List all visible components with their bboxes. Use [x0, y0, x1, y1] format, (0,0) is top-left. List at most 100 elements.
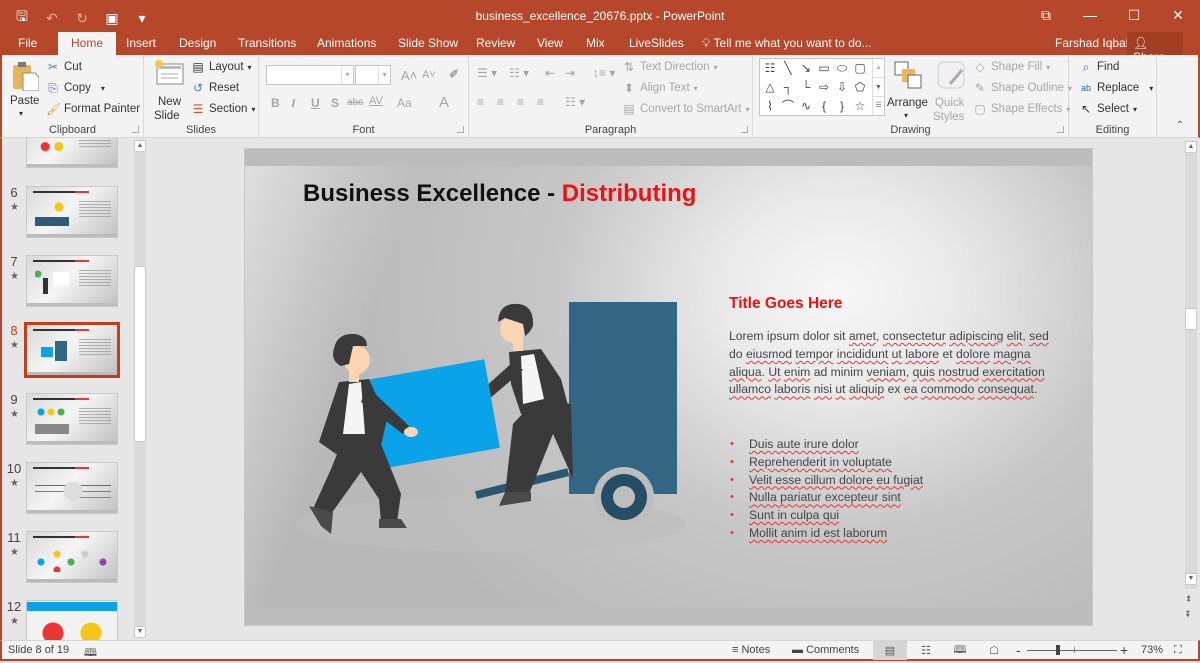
- slide-thumbnail-6[interactable]: [26, 186, 118, 238]
- close-button[interactable]: ✕: [1156, 0, 1200, 30]
- thumbnails-scroll-thumb[interactable]: [134, 266, 146, 442]
- tab-view[interactable]: View: [537, 36, 563, 50]
- body-paragraph[interactable]: Lorem ipsum dolor sit amet, consectetur …: [729, 328, 1049, 399]
- bullet-list[interactable]: • Duis aute irure dolor • Reprehenderit in…: [729, 436, 1049, 543]
- scroll-down-icon[interactable]: ▼: [134, 626, 146, 638]
- clear-formatting-icon[interactable]: ✐: [449, 67, 459, 81]
- shapes-gallery-scroll[interactable]: ▲ ▼ ☰: [872, 59, 884, 115]
- editor-scroll-thumb[interactable]: [1185, 308, 1197, 330]
- columns-button[interactable]: ☷ ▾: [565, 95, 585, 109]
- clipboard-dialog-launcher[interactable]: [132, 126, 139, 133]
- reading-view-button[interactable]: 🕮︎: [943, 641, 977, 660]
- slide-thumbnail-11[interactable]: [26, 531, 118, 583]
- decrease-indent-button[interactable]: ⇤: [545, 66, 555, 80]
- arrange-button[interactable]: Arrange ▾: [887, 59, 929, 121]
- shape-fill-button[interactable]: ◇ Shape Fill ▾: [973, 60, 1050, 74]
- content-heading[interactable]: Title Goes Here: [729, 295, 842, 313]
- slide-title[interactable]: Business Excellence - Distributing: [303, 180, 696, 208]
- underline-button[interactable]: U: [311, 96, 320, 110]
- text-direction-button[interactable]: ⇅ Text Direction ▾: [622, 60, 718, 74]
- zoom-slider-thumb[interactable]: [1056, 645, 1060, 655]
- layout-button[interactable]: ▤ Layout ▾: [191, 60, 251, 74]
- comments-button[interactable]: ▬ Comments: [792, 644, 859, 656]
- tell-me-search[interactable]: 💡︎ Tell me what you want to do...: [702, 36, 872, 51]
- paragraph-dialog-launcher[interactable]: [741, 126, 748, 133]
- quick-styles-button[interactable]: Quick Styles: [933, 59, 969, 123]
- thumbnails-scrollbar[interactable]: ▲ ▼: [134, 140, 146, 638]
- slide-thumbnail-10[interactable]: [26, 462, 118, 514]
- shape-textbox[interactable]: ☷: [762, 60, 778, 76]
- reset-button[interactable]: ↺ Reset: [191, 81, 239, 95]
- drawing-dialog-launcher[interactable]: [1057, 126, 1064, 133]
- paste-dropdown-icon[interactable]: ▾: [19, 109, 23, 118]
- gallery-down-icon[interactable]: ▼: [873, 77, 884, 96]
- slide-sorter-button[interactable]: ☷: [909, 641, 943, 660]
- shape-arrow-line[interactable]: ↘: [798, 60, 814, 76]
- collapse-ribbon-icon[interactable]: ⌃: [1176, 120, 1184, 131]
- cut-button[interactable]: ✂ Cut: [46, 60, 82, 74]
- tab-review[interactable]: Review: [476, 36, 515, 50]
- line-spacing-button[interactable]: ↕≡ ▾: [593, 66, 615, 80]
- paste-button[interactable]: Paste ▾: [8, 59, 40, 119]
- tab-animations[interactable]: Animations: [317, 36, 376, 50]
- convert-smartart-button[interactable]: ▤ Convert to SmartArt ▾: [622, 102, 749, 116]
- tab-mix[interactable]: Mix: [586, 36, 605, 50]
- shrink-font-button[interactable]: A˅: [422, 69, 436, 81]
- grow-font-button[interactable]: A˄: [401, 68, 417, 83]
- font-size-dropdown-icon[interactable]: ▾: [378, 66, 390, 84]
- slide-thumbnail-9[interactable]: [26, 393, 118, 445]
- scroll-up-icon[interactable]: ▲: [134, 140, 146, 152]
- next-slide-icon[interactable]: ⏬︎: [1186, 609, 1191, 620]
- share-button[interactable]: 👤︎ Share: [1127, 32, 1183, 64]
- shape-outline-button[interactable]: ✎ Shape Outline ▾: [973, 81, 1072, 95]
- numbering-button[interactable]: ☷ ▾: [509, 66, 529, 80]
- normal-view-button[interactable]: ▤: [873, 641, 907, 660]
- slide-thumbnail-12[interactable]: [26, 600, 118, 640]
- justify-button[interactable]: ≡: [537, 95, 544, 109]
- font-size-combo[interactable]: ▾: [355, 65, 391, 85]
- slide-thumbnail-5[interactable]: [26, 138, 118, 168]
- tab-file[interactable]: File: [18, 36, 37, 50]
- font-name-combo[interactable]: ▾: [266, 65, 354, 85]
- copy-button[interactable]: ⎘ Copy ▾: [46, 81, 105, 95]
- user-name[interactable]: Farshad Iqbal: [1055, 36, 1128, 50]
- shape-freeform[interactable]: ⬠: [852, 79, 868, 95]
- slide-show-button[interactable]: ☖: [977, 641, 1011, 660]
- change-case-button[interactable]: Aa: [397, 96, 412, 110]
- gallery-more-icon[interactable]: ☰: [873, 96, 884, 114]
- shape-scribble[interactable]: ⌇: [762, 98, 778, 114]
- section-button[interactable]: ☰ Section ▾: [191, 102, 256, 116]
- select-button[interactable]: ↖ Select ▾: [1079, 102, 1137, 116]
- align-text-button[interactable]: ⬍ Align Text ▾: [622, 81, 698, 95]
- spell-check-icon[interactable]: 🕮︎: [84, 644, 97, 663]
- slide-thumbnail-7[interactable]: [26, 255, 118, 307]
- zoom-in-button[interactable]: +: [1120, 642, 1128, 658]
- tab-liveslides[interactable]: LiveSlides: [629, 36, 684, 50]
- minimize-button[interactable]: —: [1068, 0, 1112, 30]
- previous-slide-icon[interactable]: ⏫︎: [1186, 593, 1191, 604]
- shape-star[interactable]: ☆: [852, 98, 868, 114]
- shape-curve[interactable]: ∿: [798, 98, 814, 114]
- tab-insert[interactable]: Insert: [126, 36, 156, 50]
- movers-illustration[interactable]: [291, 294, 691, 564]
- character-spacing-button[interactable]: AV: [369, 95, 383, 107]
- bullets-button[interactable]: ☰ ▾: [477, 66, 497, 80]
- shape-rounded-rectangle[interactable]: ▢: [852, 60, 868, 76]
- editor-scrollbar[interactable]: ▲ ▼: [1185, 141, 1197, 589]
- zoom-level[interactable]: 73%: [1141, 644, 1163, 656]
- editor-scroll-up-icon[interactable]: ▲: [1185, 141, 1197, 153]
- shape-triangle[interactable]: △: [762, 79, 778, 95]
- copy-dropdown-icon[interactable]: ▾: [101, 84, 105, 93]
- tab-home[interactable]: Home: [58, 32, 117, 55]
- shape-right-brace[interactable]: }: [834, 98, 850, 114]
- slide-thumbnail-8-selected[interactable]: [24, 322, 120, 378]
- ribbon-display-options-button[interactable]: ⧉: [1024, 0, 1068, 30]
- font-color-button[interactable]: A: [439, 94, 449, 111]
- align-left-button[interactable]: ≡: [477, 95, 484, 109]
- italic-button[interactable]: I: [291, 96, 296, 111]
- gallery-up-icon[interactable]: ▲: [873, 59, 884, 77]
- fit-slide-icon[interactable]: ⛶: [1174, 644, 1182, 657]
- align-center-button[interactable]: ≡: [497, 95, 504, 109]
- tab-design[interactable]: Design: [179, 36, 216, 50]
- shape-down-arrow[interactable]: ⇩: [834, 79, 850, 95]
